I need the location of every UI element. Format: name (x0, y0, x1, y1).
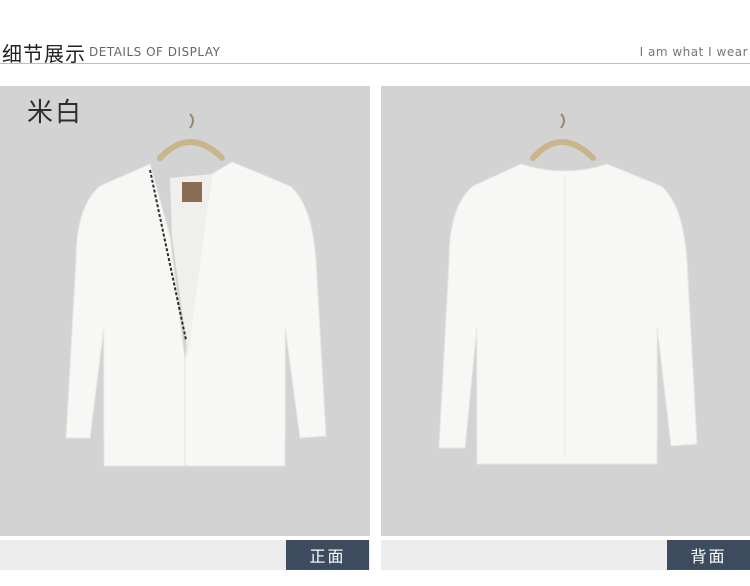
back-view-bar: 背面 (381, 540, 750, 570)
section-subtitle: DETAILS OF DISPLAY (89, 45, 221, 59)
front-view-panel: 米白 (0, 86, 370, 536)
front-view-button[interactable]: 正面 (286, 540, 369, 570)
front-view-bar: 正面 (0, 540, 370, 570)
back-view-button[interactable]: 背面 (667, 540, 750, 570)
back-view-panel (381, 86, 750, 536)
brand-tagline: I am what I wear (639, 45, 748, 59)
jacket-back-image (438, 113, 698, 465)
section-header: 细节展示 DETAILS OF DISPLAY I am what I wear (0, 0, 750, 66)
color-name-label: 米白 (27, 98, 84, 128)
header-divider (0, 63, 750, 64)
jacket-front-image (65, 113, 327, 467)
